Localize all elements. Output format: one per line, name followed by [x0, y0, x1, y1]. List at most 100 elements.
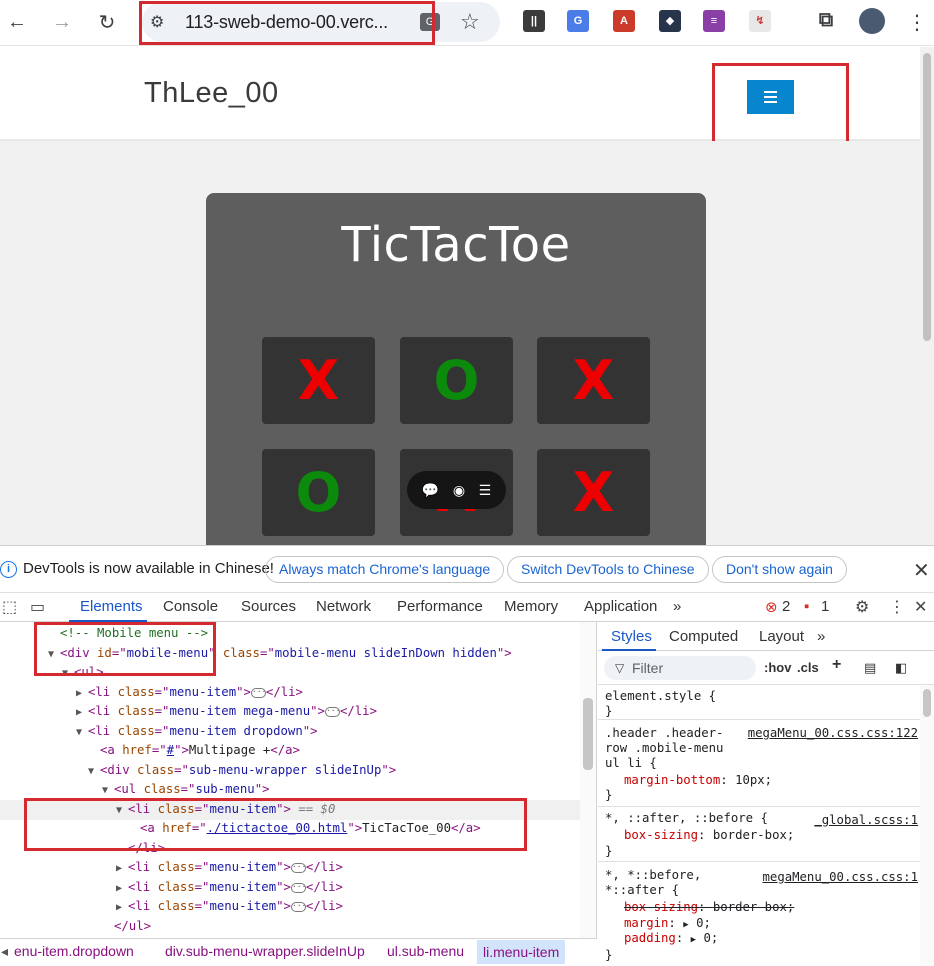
error-count[interactable]: 2	[782, 598, 790, 615]
board-cell[interactable]: X	[537, 337, 650, 424]
reload-icon[interactable]: ↻	[92, 8, 122, 36]
breadcrumb-item[interactable]: ul.sub-menu	[387, 943, 464, 959]
toggle-sidebar-icon[interactable]: ◧	[895, 660, 907, 676]
list-extension-icon[interactable]: ≡	[703, 10, 725, 32]
google-translate-extension-icon[interactable]: G	[567, 10, 589, 32]
styles-scrollbar[interactable]	[920, 685, 934, 966]
forward-arrow-icon[interactable]: →	[47, 8, 77, 36]
tab-computed[interactable]: Computed	[669, 628, 738, 645]
tab-application[interactable]: Application	[584, 598, 657, 615]
css-property[interactable]: box-sizing	[624, 828, 698, 842]
styles-filter-input[interactable]: ▽ Filter	[604, 656, 756, 680]
tab-layout[interactable]: Layout	[759, 628, 804, 645]
css-property[interactable]: padding	[624, 931, 676, 945]
style-rule-universal[interactable]: *, *::before, *::after { megaMenu_00.css…	[598, 862, 920, 966]
expand-triangle-icon[interactable]: ▶	[683, 920, 688, 930]
breadcrumb-scroll-left-icon[interactable]: ◂	[1, 943, 8, 960]
pdf-extension-icon[interactable]: A	[613, 10, 635, 32]
breadcrumb-item[interactable]: enu-item.dropdown	[14, 943, 134, 959]
breadcrumb-item-selected[interactable]: li.menu-item	[477, 940, 566, 964]
chrome-menu-icon[interactable]: ⋮	[902, 8, 932, 36]
ellipsis-icon[interactable]: ···	[290, 862, 306, 873]
issue-count[interactable]: 1	[821, 598, 829, 615]
switch-language-button[interactable]: Switch DevTools to Chinese	[507, 556, 709, 583]
add-rule-icon[interactable]: +	[832, 656, 841, 674]
more-tabs-icon[interactable]: »	[673, 598, 681, 615]
css-property[interactable]: margin-bottom	[624, 773, 720, 787]
inspect-element-icon[interactable]: ⬚	[2, 597, 17, 617]
css-value[interactable]: border-box;	[713, 900, 794, 914]
href-link[interactable]: #	[167, 743, 174, 757]
code-li-1[interactable]: ▶ <li class="menu-item">···</li>	[76, 683, 303, 704]
code-li-2[interactable]: ▶ <li class="menu-item mega-menu">···</li…	[76, 702, 377, 723]
close-devtools-icon[interactable]: ✕	[914, 597, 927, 617]
code-li-3[interactable]: ▼ <li class="menu-item dropdown">	[76, 722, 318, 743]
document-extension-icon[interactable]: ↯	[749, 10, 771, 32]
rule-source-link[interactable]: _global.scss:1	[814, 813, 918, 828]
ellipsis-icon[interactable]: ···	[250, 687, 266, 698]
rule-source-link[interactable]: megaMenu_00.css.css:1	[763, 870, 918, 885]
ellipsis-icon[interactable]: ···	[290, 882, 306, 893]
tab-elements[interactable]: Elements	[80, 598, 143, 615]
comment-icon[interactable]: 💬	[422, 482, 439, 499]
extensions-puzzle-icon[interactable]: ⧉	[815, 10, 837, 32]
code-li-5[interactable]: ▶ <li class="menu-item">···</li>	[116, 878, 343, 899]
code-a-multipage[interactable]: <a href="#">Multipage +</a>	[100, 741, 300, 761]
eye-icon[interactable]: ◉	[453, 482, 465, 499]
back-arrow-icon[interactable]: ←	[2, 8, 32, 36]
ellipsis-icon[interactable]: ···	[290, 901, 306, 912]
dont-show-again-button[interactable]: Don't show again	[712, 556, 847, 583]
bookmark-star-icon[interactable]: ☆	[460, 9, 480, 35]
list-icon[interactable]: ☰	[479, 482, 492, 499]
style-rule-global[interactable]: *, ::after, ::before { _global.scss:1 bo…	[598, 807, 920, 862]
expand-triangle-icon[interactable]: ▶	[116, 859, 128, 879]
css-value[interactable]: 0;	[703, 931, 718, 945]
expand-triangle-icon[interactable]: ▶	[76, 684, 88, 704]
board-cell[interactable]: O	[262, 449, 375, 536]
scrollbar-thumb[interactable]	[583, 698, 593, 770]
tab-performance[interactable]: Performance	[397, 598, 483, 615]
board-cell[interactable]: X	[537, 449, 650, 536]
style-rule-mobile-menu[interactable]: .header .header- row .mobile-menu ul li …	[598, 720, 920, 807]
match-language-button[interactable]: Always match Chrome's language	[265, 556, 505, 583]
profile-avatar[interactable]	[859, 8, 885, 34]
scrollbar-thumb[interactable]	[923, 53, 931, 341]
more-tabs-icon[interactable]: »	[817, 628, 825, 645]
code-div-wrapper[interactable]: ▼ <div class="sub-menu-wrapper slideInUp"…	[88, 761, 396, 782]
tab-styles[interactable]: Styles	[611, 628, 652, 645]
scrollbar-thumb[interactable]	[923, 689, 931, 717]
expand-triangle-icon[interactable]: ▶	[116, 879, 128, 899]
tab-console[interactable]: Console	[163, 598, 218, 615]
hover-state-toggle[interactable]: :hov	[764, 660, 791, 675]
audio-wave-extension-icon[interactable]: ||	[523, 10, 545, 32]
code-li-6[interactable]: ▶ <li class="menu-item">···</li>	[116, 897, 343, 918]
css-property[interactable]: margin	[624, 916, 668, 930]
css-value[interactable]: border-box;	[713, 828, 794, 842]
css-property[interactable]: box-sizing	[624, 900, 698, 914]
page-scrollbar[interactable]	[920, 47, 934, 545]
device-toolbar-icon[interactable]: ▭	[30, 597, 45, 617]
expand-triangle-icon[interactable]: ▶	[116, 898, 128, 918]
site-logo[interactable]: ThLee_00	[144, 77, 279, 110]
tab-sources[interactable]: Sources	[241, 598, 296, 615]
class-toggle[interactable]: .cls	[797, 660, 819, 675]
tab-network[interactable]: Network	[316, 598, 371, 615]
elements-scrollbar[interactable]	[580, 622, 596, 938]
ellipsis-icon[interactable]: ···	[324, 706, 340, 717]
expand-triangle-icon[interactable]: ▶	[76, 703, 88, 723]
collapse-triangle-icon[interactable]: ▼	[88, 762, 100, 782]
settings-gear-icon[interactable]: ⚙	[855, 597, 869, 617]
close-icon[interactable]: ✕	[913, 558, 930, 583]
more-options-icon[interactable]: ⋮	[889, 597, 905, 617]
code-ul-close[interactable]: </ul>	[114, 917, 151, 937]
collapse-triangle-icon[interactable]: ▼	[76, 723, 88, 743]
paint-brush-icon[interactable]: ▤	[864, 660, 876, 676]
code-li-4[interactable]: ▶ <li class="menu-item">···</li>	[116, 858, 343, 879]
board-cell[interactable]: O	[400, 337, 513, 424]
rule-source-link[interactable]: megaMenu_00.css.css:122	[748, 726, 918, 741]
issue-count-icon[interactable]: ▪	[804, 598, 809, 615]
error-count-icon[interactable]: ⊗	[765, 598, 778, 616]
style-rule-element[interactable]: element.style { }	[598, 685, 920, 720]
css-value[interactable]: 0;	[696, 916, 711, 930]
expand-triangle-icon[interactable]: ▶	[691, 935, 696, 945]
